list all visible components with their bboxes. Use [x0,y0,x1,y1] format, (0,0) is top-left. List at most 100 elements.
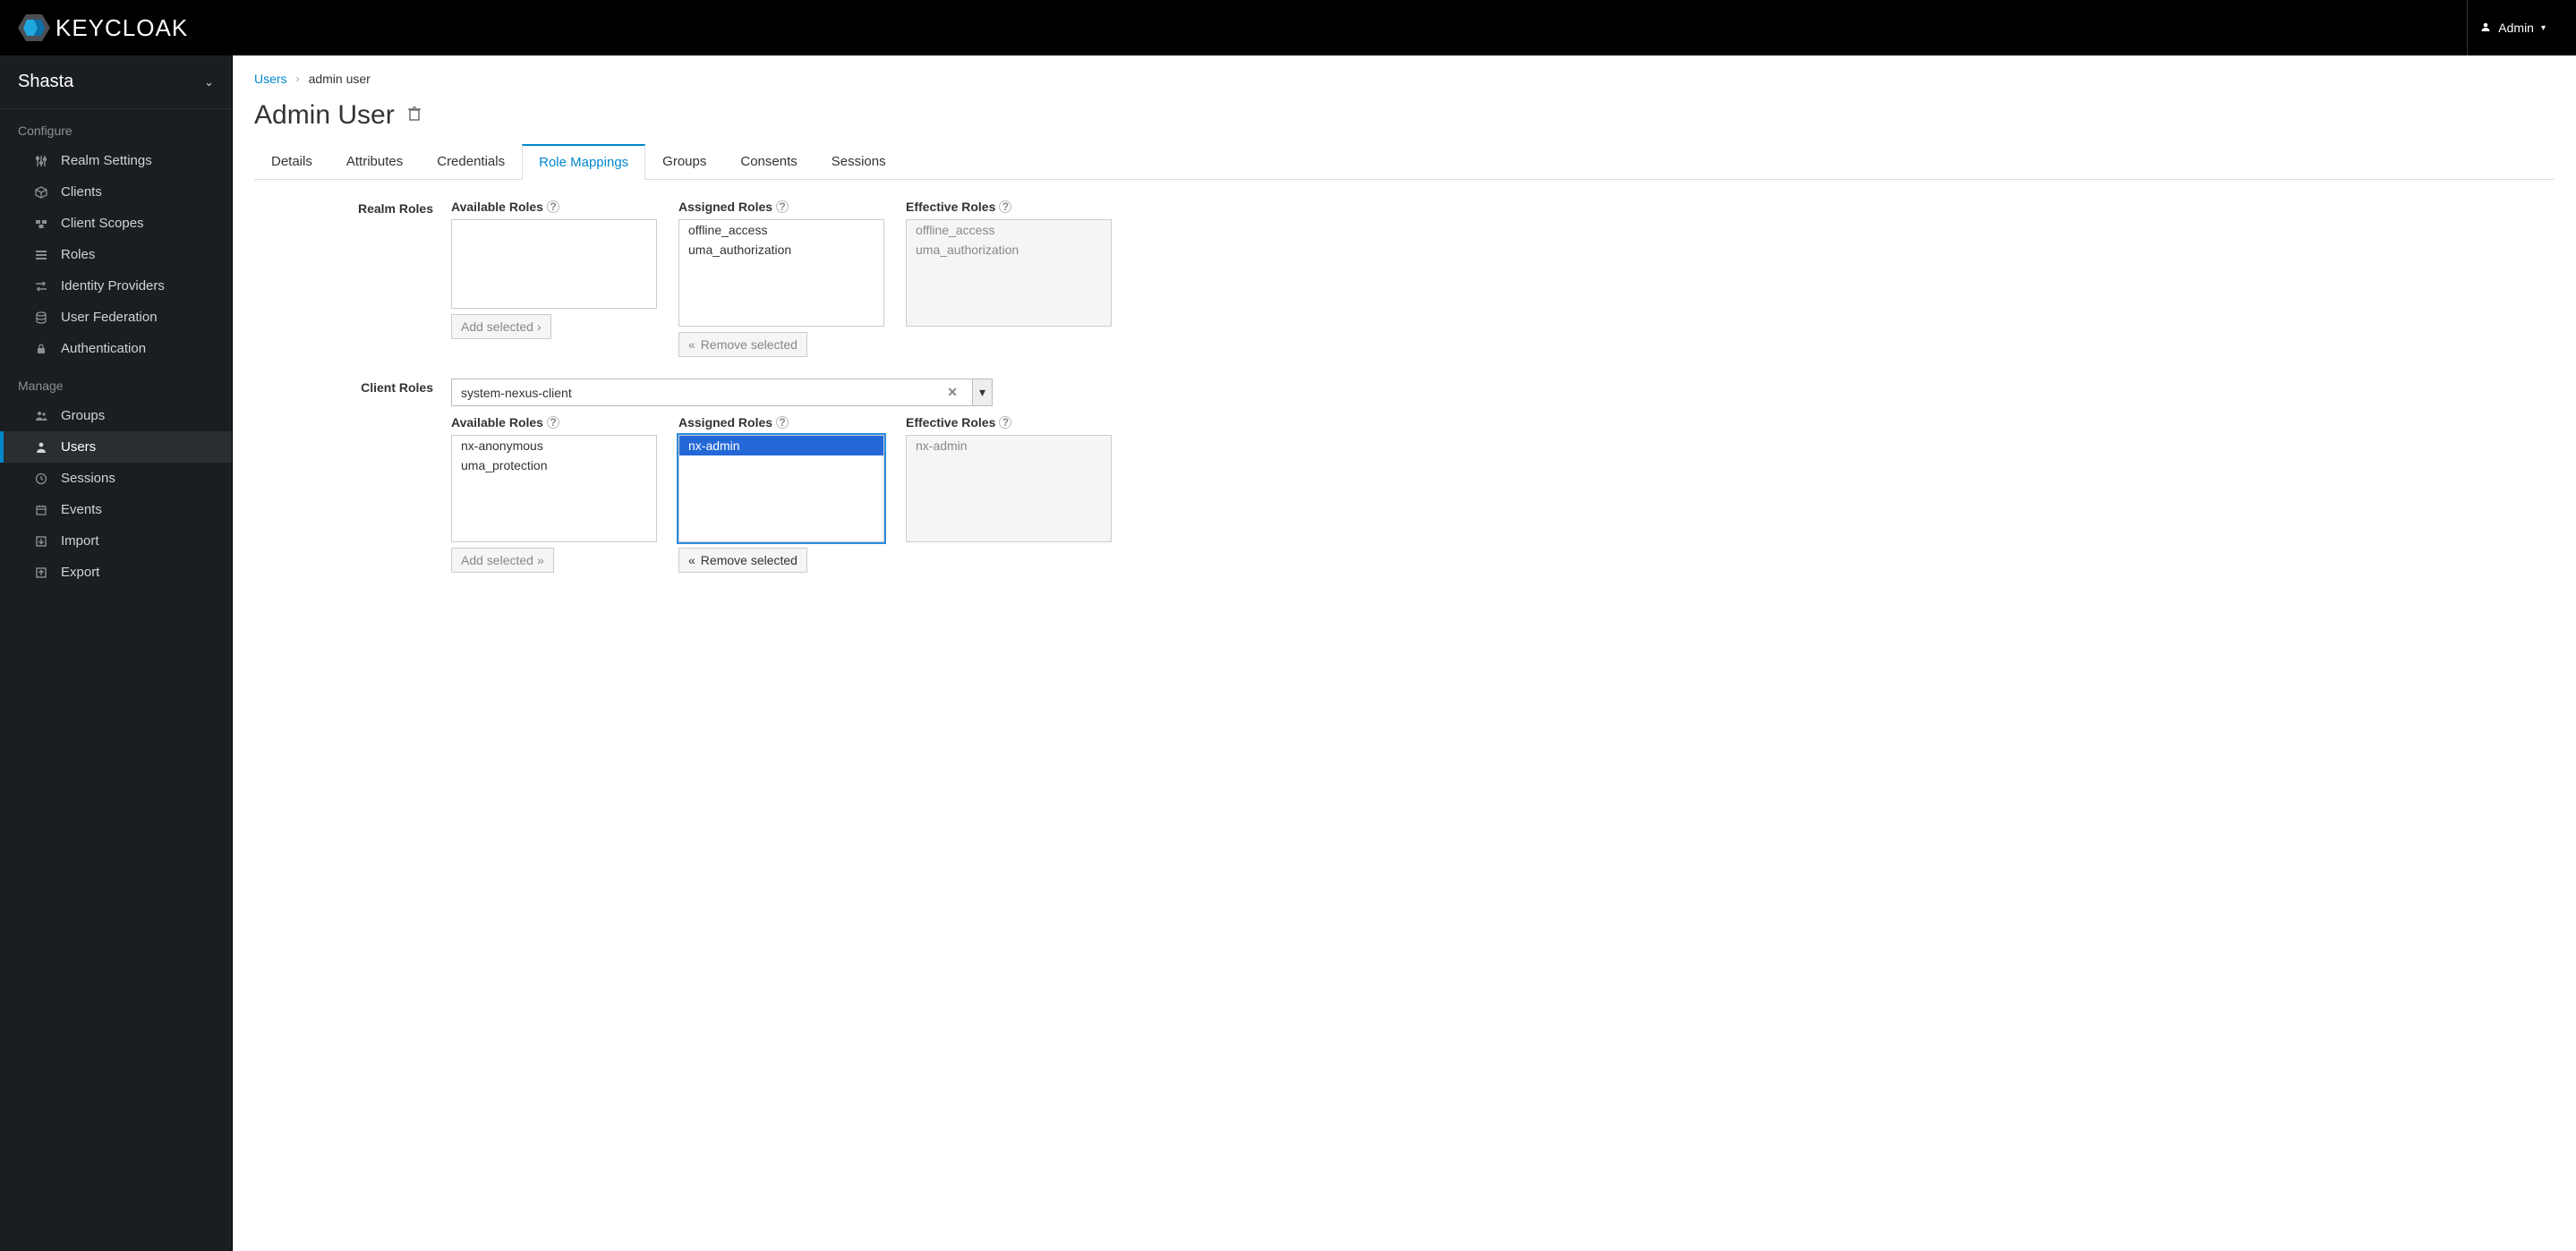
realm-remove-selected-button[interactable]: Remove selected [678,332,807,357]
client-select-value: system-nexus-client [461,386,572,400]
breadcrumb: Users › admin user [254,72,2555,86]
label-assigned-roles: Assigned Roles [678,200,772,214]
user-icon [34,441,48,454]
user-name: Admin [2498,21,2534,35]
client-effective-roles-list: nx-admin [906,435,1112,542]
sidebar-item-realm-settings[interactable]: Realm Settings [0,145,232,176]
label-available-roles: Available Roles [451,415,543,430]
sidebar-item-sessions[interactable]: Sessions [0,463,232,494]
user-icon [2480,21,2491,35]
help-icon[interactable]: ? [776,416,789,429]
delete-user-button[interactable] [407,106,422,126]
role-option: uma_authorization [907,240,1111,260]
help-icon[interactable]: ? [547,200,559,213]
sidebar-item-roles[interactable]: Roles [0,239,232,270]
client-select[interactable]: system-nexus-client ✕ [451,379,973,406]
content-area: Users › admin user Admin User Details At… [233,55,2576,1251]
user-menu[interactable]: Admin ▾ [2467,0,2558,55]
breadcrumb-root-link[interactable]: Users [254,72,287,86]
sidebar-item-label: Groups [61,408,105,423]
nav-section-manage: Manage [0,364,232,400]
label-available-roles: Available Roles [451,200,543,214]
role-option: nx-admin [907,436,1111,455]
client-add-selected-button[interactable]: Add selected [451,548,554,573]
sidebar-item-label: Users [61,439,96,455]
database-icon [34,311,48,324]
tab-groups[interactable]: Groups [645,144,723,180]
list-icon [34,249,48,261]
sidebar-item-label: Events [61,502,102,517]
role-option: offline_access [907,220,1111,240]
label-effective-roles: Effective Roles [906,415,995,430]
realm-roles-section: Available Roles? Add selected Assigned R… [451,200,1400,357]
calendar-icon [34,504,48,516]
sidebar: Shasta ⌄ Configure Realm Settings Client… [0,55,233,1251]
tab-role-mappings[interactable]: Role Mappings [522,144,645,180]
import-icon [34,535,48,548]
cube-icon [34,186,48,199]
realm-add-selected-button[interactable]: Add selected [451,314,551,339]
lock-icon [34,343,48,355]
tab-details[interactable]: Details [254,144,329,180]
sidebar-item-import[interactable]: Import [0,525,232,557]
caret-down-icon: ▾ [2541,23,2546,33]
sidebar-item-clients[interactable]: Clients [0,176,232,208]
brand-text: KEYCLOAK [55,14,188,42]
help-icon[interactable]: ? [999,200,1011,213]
label-realm-roles: Realm Roles [254,200,433,357]
role-option[interactable]: uma_protection [452,455,656,475]
realm-effective-roles-list: offline_accessuma_authorization [906,219,1112,327]
sidebar-item-users[interactable]: Users [0,431,232,463]
client-clear-button[interactable]: ✕ [942,385,963,400]
label-assigned-roles: Assigned Roles [678,415,772,430]
client-select-caret[interactable]: ▾ [973,379,993,406]
sidebar-item-user-federation[interactable]: User Federation [0,302,232,333]
sidebar-item-label: Authentication [61,341,146,356]
help-icon[interactable]: ? [999,416,1011,429]
page-title: Admin User [254,100,395,131]
sidebar-item-client-scopes[interactable]: Client Scopes [0,208,232,239]
realm-assigned-roles-list[interactable]: offline_accessuma_authorization [678,219,884,327]
realm-available-roles-list[interactable] [451,219,657,309]
exchange-icon [34,280,48,293]
role-option[interactable]: nx-admin [679,436,883,455]
label-effective-roles: Effective Roles [906,200,995,214]
label-client-roles: Client Roles [254,379,433,573]
sidebar-item-label: Sessions [61,471,115,486]
brand-logo[interactable]: KEYCLOAK [18,14,188,42]
client-assigned-roles-list[interactable]: nx-admin [678,435,884,542]
tab-attributes[interactable]: Attributes [329,144,420,180]
tab-consents[interactable]: Consents [723,144,814,180]
role-option[interactable]: nx-anonymous [452,436,656,455]
breadcrumb-sep-icon: › [296,72,300,85]
cubes-icon [34,217,48,230]
client-available-roles-list[interactable]: nx-anonymousuma_protection [451,435,657,542]
sidebar-item-events[interactable]: Events [0,494,232,525]
client-roles-section: system-nexus-client ✕ ▾ Available Roles?… [451,379,1400,573]
sidebar-item-authentication[interactable]: Authentication [0,333,232,364]
sidebar-item-label: Roles [61,247,95,262]
clock-icon [34,472,48,485]
client-remove-selected-button[interactable]: Remove selected [678,548,807,573]
breadcrumb-leaf: admin user [309,72,371,86]
sidebar-item-label: Client Scopes [61,216,144,231]
nav-section-configure: Configure [0,109,232,145]
sidebar-item-label: Identity Providers [61,278,165,294]
sidebar-item-export[interactable]: Export [0,557,232,588]
export-icon [34,566,48,579]
role-option[interactable]: uma_authorization [679,240,883,260]
role-option[interactable]: offline_access [679,220,883,240]
realm-selector[interactable]: Shasta ⌄ [0,55,232,109]
sidebar-item-identity-providers[interactable]: Identity Providers [0,270,232,302]
realm-name: Shasta [18,72,73,92]
help-icon[interactable]: ? [776,200,789,213]
topbar: KEYCLOAK Admin ▾ [0,0,2576,55]
chevron-down-icon: ⌄ [204,75,214,89]
users-icon [34,410,48,422]
tab-sessions[interactable]: Sessions [815,144,903,180]
help-icon[interactable]: ? [547,416,559,429]
tab-credentials[interactable]: Credentials [420,144,522,180]
keycloak-logo-icon [18,14,50,41]
sidebar-item-label: User Federation [61,310,158,325]
sidebar-item-groups[interactable]: Groups [0,400,232,431]
